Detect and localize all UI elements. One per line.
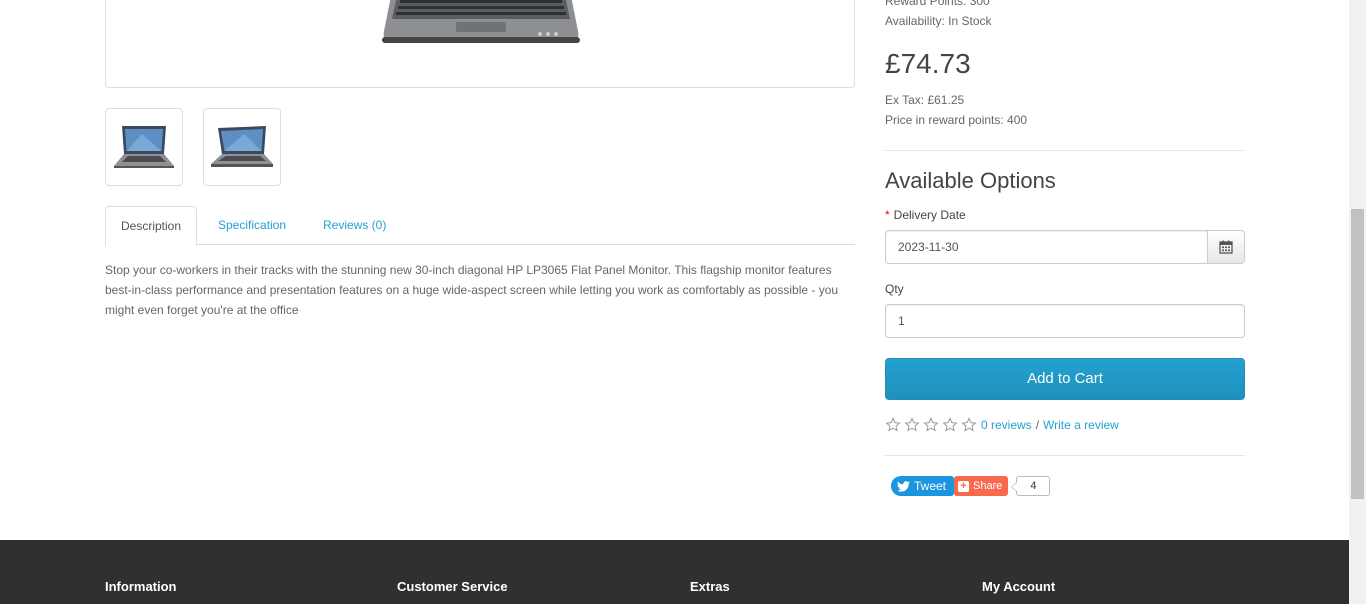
required-asterisk: *: [885, 208, 890, 222]
plus-icon: +: [958, 480, 970, 492]
rating-separator: /: [1035, 418, 1040, 432]
share-count: 4: [1011, 476, 1051, 496]
tweet-label: Tweet: [914, 479, 947, 493]
tab-specification[interactable]: Specification: [203, 206, 301, 245]
thumbnail-2[interactable]: [203, 108, 281, 186]
vertical-scrollbar[interactable]: [1349, 0, 1366, 604]
delivery-date-label-text: Delivery Date: [893, 208, 966, 222]
star-empty-icon: [961, 417, 977, 432]
availability: Availability: In Stock: [885, 14, 992, 28]
reviews-link[interactable]: 0 reviews: [981, 418, 1032, 432]
share-button[interactable]: + Share: [954, 476, 1009, 496]
divider: [885, 455, 1245, 456]
product-page: Description Specification Reviews (0) St…: [0, 0, 1349, 604]
rating: 0 reviews / Write a review: [885, 415, 1119, 435]
social-share: Tweet + Share 4: [891, 476, 1051, 496]
delivery-date-label: * Delivery Date: [885, 208, 966, 222]
footer-heading-customer-service: Customer Service: [397, 579, 508, 594]
scrollbar-thumb[interactable]: [1351, 209, 1364, 499]
twitter-icon: [897, 480, 910, 492]
laptop-thumbnail-image: [211, 126, 273, 167]
footer-heading-extras: Extras: [690, 579, 730, 594]
options-title: Available Options: [885, 168, 1056, 193]
product-description: Stop your co-workers in their tracks wit…: [105, 263, 839, 317]
footer-heading-my-account: My Account: [982, 579, 1056, 594]
add-to-cart-button[interactable]: Add to Cart: [885, 358, 1245, 400]
calendar-icon: [1219, 240, 1233, 254]
footer: Information Customer Service Extras My A…: [0, 540, 1349, 604]
share-label: Share: [973, 480, 1003, 492]
footer-heading-information: Information: [105, 579, 177, 594]
write-review-link[interactable]: Write a review: [1043, 418, 1119, 432]
tweet-button[interactable]: Tweet: [891, 476, 955, 496]
star-empty-icon: [885, 417, 901, 432]
product-tabs: Description Specification Reviews (0): [105, 206, 855, 246]
laptop-thumbnail-image: [114, 126, 174, 168]
laptop-image: [382, 0, 580, 43]
divider: [885, 150, 1245, 151]
qty-input[interactable]: [885, 304, 1245, 338]
calendar-button[interactable]: [1207, 230, 1245, 264]
price-reward-points: Price in reward points: 400: [885, 113, 1028, 127]
delivery-date-input[interactable]: [885, 230, 1208, 264]
reward-points: Reward Points: 300: [885, 0, 990, 8]
star-empty-icon: [923, 417, 939, 432]
star-empty-icon: [942, 417, 958, 432]
tab-description[interactable]: Description: [105, 206, 198, 246]
ex-tax: Ex Tax: £61.25: [885, 93, 965, 107]
qty-label: Qty: [885, 282, 904, 296]
thumbnail-1[interactable]: [105, 108, 183, 186]
tab-reviews[interactable]: Reviews (0): [308, 206, 401, 245]
main-product-image[interactable]: [105, 0, 855, 88]
star-empty-icon: [904, 417, 920, 432]
product-price: £74.73: [885, 48, 971, 79]
